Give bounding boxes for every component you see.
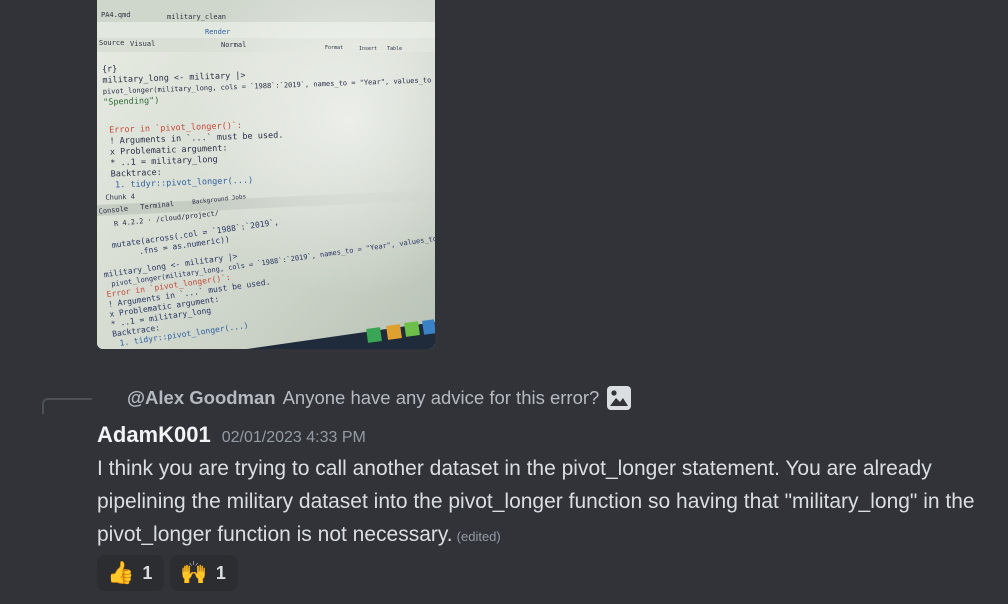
code-line: "Spending") bbox=[103, 96, 160, 108]
photo-render: Render bbox=[205, 28, 230, 36]
reaction-raised-hands[interactable]: 🙌 1 bbox=[170, 555, 238, 591]
reply-reference[interactable]: @Alex Goodman Anyone have any advice for… bbox=[127, 386, 632, 410]
reaction-count: 1 bbox=[215, 562, 226, 583]
photo-tab-2: military_clean bbox=[167, 13, 226, 21]
photo-visual: Visual bbox=[130, 40, 155, 48]
code-line: {r} bbox=[102, 64, 118, 75]
thumbs-up-icon: 👍 bbox=[107, 560, 135, 585]
reaction-count: 1 bbox=[142, 562, 153, 583]
message-author[interactable]: AdamK001 bbox=[97, 422, 211, 448]
photo-table: Table bbox=[387, 46, 402, 52]
edited-label: (edited) bbox=[456, 529, 501, 544]
photo-normal: Normal bbox=[221, 41, 246, 49]
chunk-label: Chunk 4 bbox=[105, 193, 135, 202]
reaction-thumbs-up[interactable]: 👍 1 bbox=[97, 555, 165, 591]
code-line: Backtrace: bbox=[110, 168, 162, 180]
message-content: I think you are trying to call another d… bbox=[97, 452, 987, 553]
photo-tab-1: PA4.qmd bbox=[101, 11, 131, 19]
image-attachment[interactable]: PA4.qmd military_clean Render Source Vis… bbox=[97, 0, 435, 349]
image-icon bbox=[606, 385, 632, 411]
message-header: AdamK001 02/01/2023 4:33 PM bbox=[97, 422, 366, 450]
reactions-bar: 👍 1 🙌 1 bbox=[97, 555, 238, 591]
photo-insert: Insert bbox=[359, 46, 377, 52]
photo-format: Format bbox=[325, 45, 343, 51]
message-text: I think you are trying to call another d… bbox=[97, 457, 975, 546]
photo-source: Source bbox=[99, 39, 124, 47]
reply-spine bbox=[42, 398, 92, 414]
reply-author[interactable]: @Alex Goodman bbox=[127, 387, 276, 409]
reply-text[interactable]: Anyone have any advice for this error? bbox=[283, 387, 600, 409]
raised-hands-icon: 🙌 bbox=[180, 560, 208, 585]
message-timestamp[interactable]: 02/01/2023 4:33 PM bbox=[222, 429, 366, 447]
